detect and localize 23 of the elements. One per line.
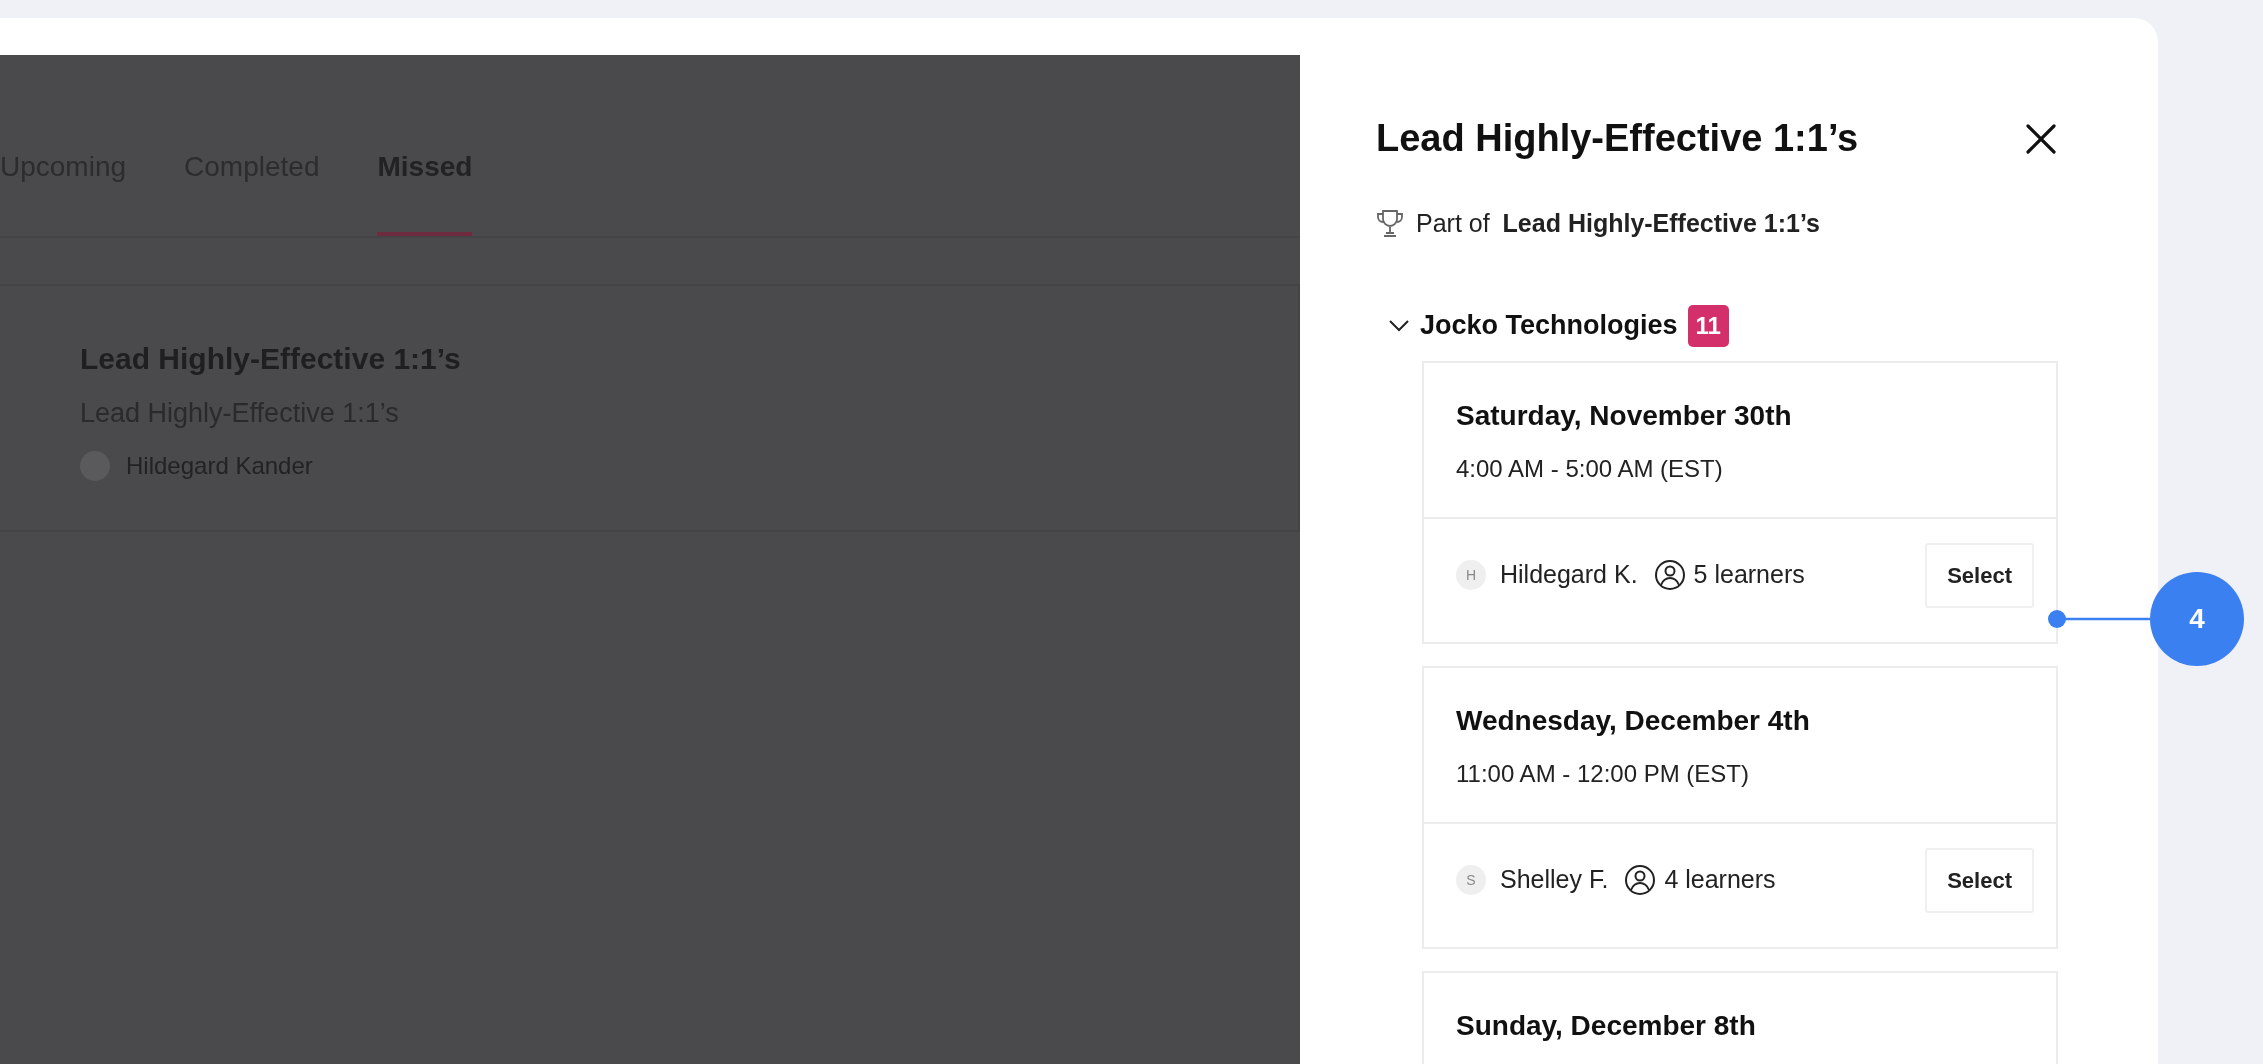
session-date: Saturday, November 30th (1456, 398, 1793, 433)
group-name: Jocko Technologies (1420, 309, 1678, 343)
person-icon (1653, 559, 1686, 591)
avatar: S (1456, 865, 1486, 895)
panel-title: Lead Highly-Effective 1:1’s (1376, 116, 1859, 161)
session-time: 11:00 AM - 12:00 PM (EST) (1456, 758, 1750, 789)
session-date: Wednesday, December 4th (1456, 703, 1811, 738)
count-badge: 11 (1687, 304, 1729, 347)
facilitator-name: Hildegard K. (1500, 559, 1638, 591)
select-button[interactable]: Select (1925, 847, 2034, 913)
person-icon (1624, 864, 1657, 896)
trophy-icon (1376, 208, 1404, 239)
learner-count: 4 learners (1664, 864, 1776, 896)
close-button[interactable] (2024, 121, 2058, 156)
callout-marker: 4 (2150, 572, 2244, 666)
chevron-icon[interactable] (1388, 318, 1410, 333)
session-date: Sunday, December 8th (1456, 1008, 1757, 1043)
learner-count: 5 learners (1693, 559, 1805, 591)
facilitator-name: Shelley F. (1500, 864, 1609, 896)
session-time: 4:00 AM - 5:00 AM (EST) (1456, 453, 1724, 484)
part-of-text: Part of Lead Highly-Effective 1:1’s (1416, 208, 1820, 239)
select-button[interactable]: Select (1925, 542, 2034, 608)
avatar: H (1456, 560, 1486, 590)
